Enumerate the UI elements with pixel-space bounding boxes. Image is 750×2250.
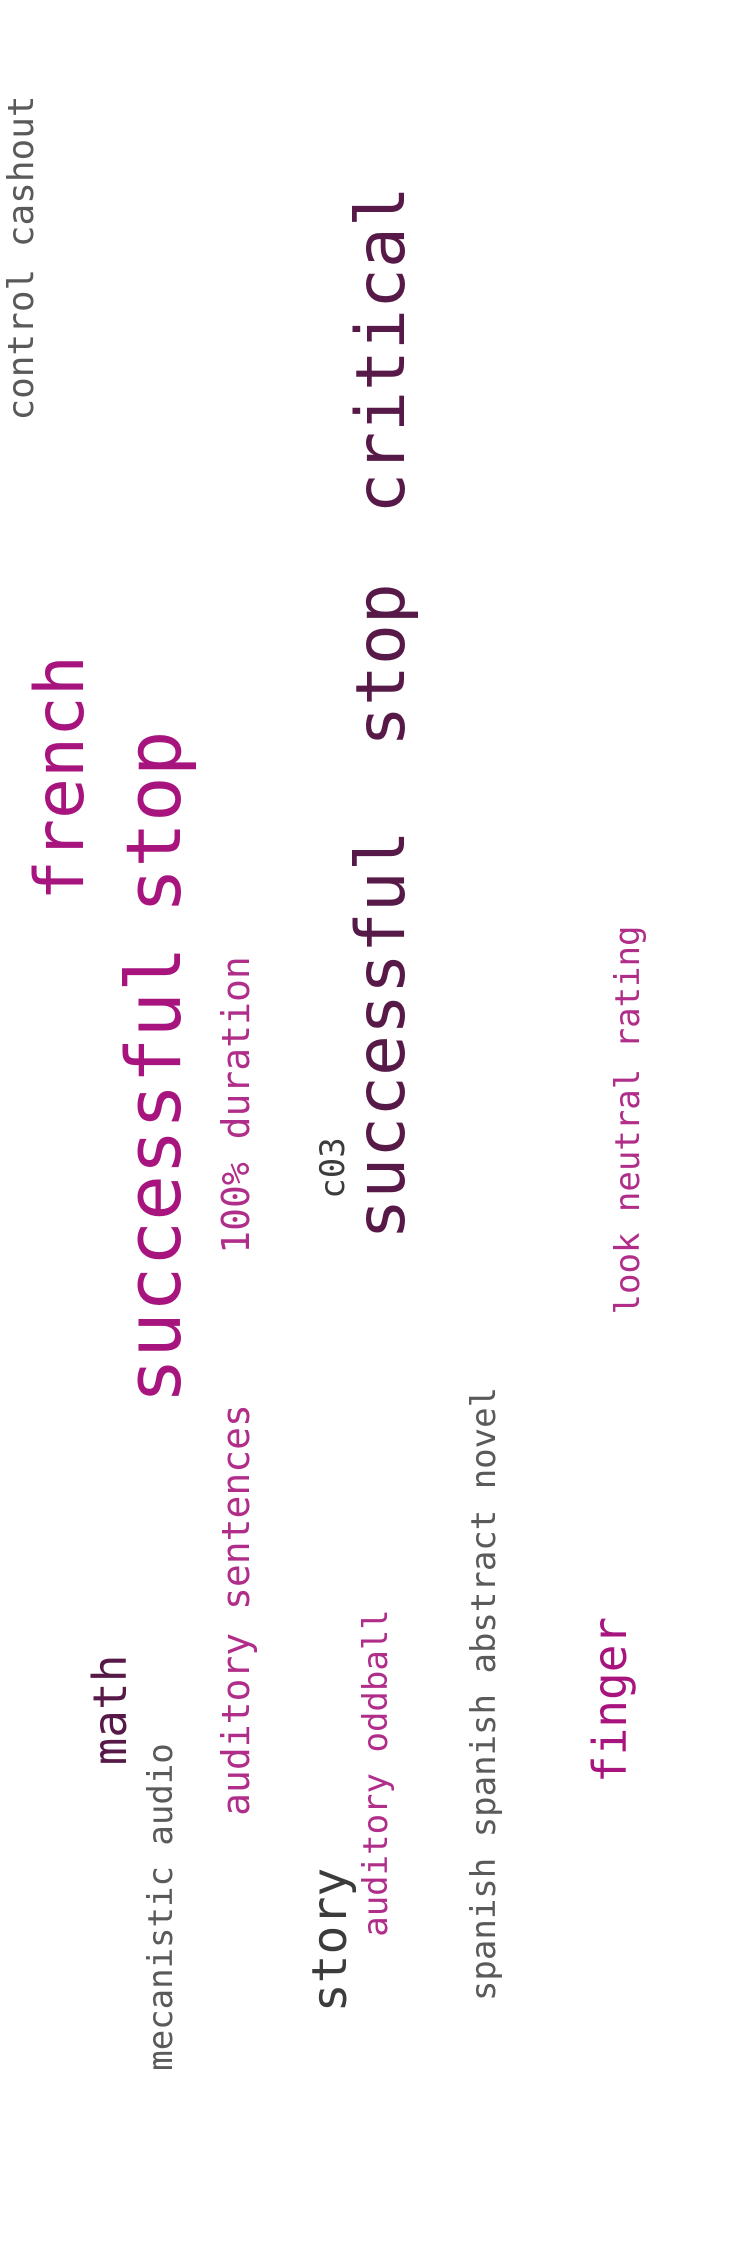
- word-critical: critical: [342, 186, 421, 514]
- word-auditory-sentences: auditory sentences: [214, 1404, 258, 1816]
- word-finger: finger: [583, 1616, 637, 1784]
- word-mecanistic-audio: mecanistic audio: [141, 1743, 181, 2071]
- word-spanish-abstract-novel: spanish spanish abstract novel: [464, 1386, 504, 2002]
- word-look-neutral-rating: look neutral rating: [608, 925, 648, 1315]
- word-stop-right: stop: [342, 583, 421, 747]
- word-100-duration: 100% duration: [214, 956, 258, 1254]
- word-math: math: [83, 1654, 137, 1766]
- word-successful-right: successful: [342, 830, 421, 1240]
- word-auditory-oddball: auditory oddball: [356, 1609, 396, 1937]
- word-successful-left: successful: [109, 946, 198, 1404]
- word-french: french: [21, 655, 100, 901]
- word-control-cashout: control cashout: [1, 95, 42, 421]
- word-stop-left: stop: [109, 730, 198, 914]
- word-c03: c03: [313, 1137, 353, 1199]
- word-cloud: control cashout critical french stop sto…: [0, 0, 750, 2250]
- word-story: story: [302, 1867, 358, 2013]
